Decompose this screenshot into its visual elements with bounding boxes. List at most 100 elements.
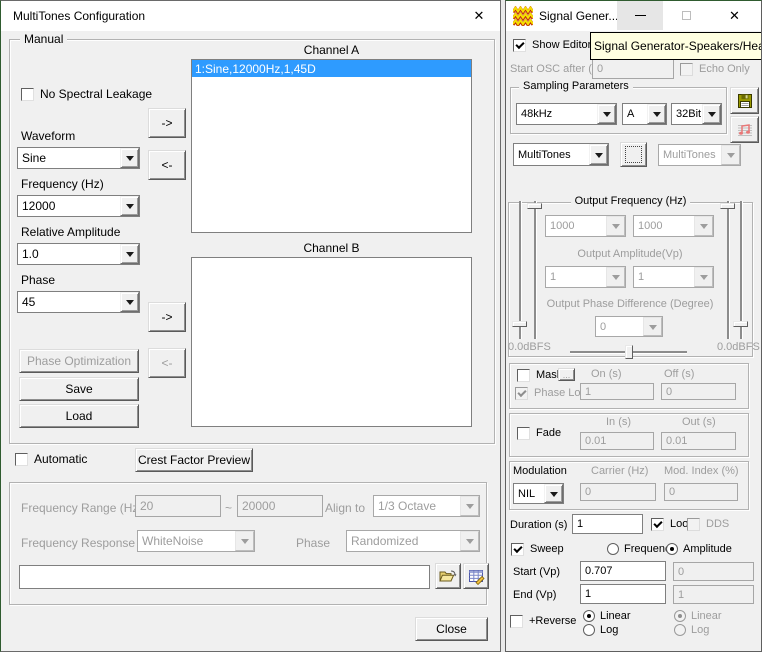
modulation-type-combo[interactable]: NIL (513, 483, 564, 504)
combo-dropdown-button[interactable] (606, 216, 625, 236)
frequency-range-to-field[interactable]: 20000 (237, 495, 323, 517)
signal-type-a-combo[interactable]: MultiTones (513, 143, 609, 166)
combo-dropdown-button[interactable] (702, 104, 721, 124)
combo-dropdown-button[interactable] (647, 104, 666, 124)
amplitude-slider-a-inner[interactable] (534, 201, 537, 339)
combo-dropdown-button[interactable] (460, 496, 479, 516)
sampling-bits-combo[interactable]: 32Bit (671, 103, 722, 125)
combo-dropdown-button[interactable] (120, 244, 139, 264)
mask-on-field[interactable]: 1 (580, 383, 654, 400)
fade-out-field[interactable]: 0.01 (661, 432, 736, 450)
output-phase-combo[interactable]: 0 (595, 316, 663, 337)
output-frequency-a-combo[interactable]: 1000 (545, 215, 626, 237)
fade-in-field[interactable]: 0.01 (580, 432, 654, 450)
sweep-amplitude-radio[interactable]: Amplitude (666, 542, 732, 555)
no-spectral-leakage-checkbox[interactable]: No Spectral Leakage (21, 87, 152, 101)
mt-close-button[interactable]: ✕ (457, 1, 501, 30)
sweep-linear-radio[interactable]: Linear (583, 609, 631, 622)
combo-dropdown-button[interactable] (120, 292, 139, 312)
combo-dropdown-button[interactable] (120, 196, 139, 216)
start-osc-field[interactable]: 0 (592, 59, 674, 79)
slider-thumb[interactable] (512, 321, 527, 327)
relative-amplitude-combo[interactable]: 1.0 (17, 243, 140, 265)
slider-thumb[interactable] (625, 345, 633, 359)
sweep-log-radio[interactable]: Log (583, 623, 618, 636)
phase-combo[interactable]: 45 (17, 291, 140, 313)
slider-thumb[interactable] (720, 203, 735, 209)
sampling-channel-combo[interactable]: A (622, 103, 667, 125)
slider-thumb[interactable] (733, 321, 748, 327)
amplitude-slider-b-outer[interactable] (740, 201, 743, 339)
sweep-checkbox[interactable]: Sweep (511, 542, 564, 556)
channel-a-listbox[interactable]: 1:Sine,12000Hz,1,45D (191, 59, 472, 233)
save-signal-button[interactable] (730, 87, 759, 114)
combo-dropdown-button[interactable] (544, 484, 563, 503)
fade-checkbox[interactable]: Fade (517, 426, 561, 440)
open-file-button[interactable] (435, 563, 461, 589)
start-vp-field[interactable]: 0.707 (580, 561, 666, 581)
mask-checkbox[interactable]: Mask (517, 368, 562, 382)
mask-off-field[interactable]: 0 (661, 383, 736, 400)
dds-checkbox[interactable]: DDS (687, 517, 729, 531)
waveform-combo[interactable]: Sine (17, 147, 140, 169)
combo-dropdown-button[interactable] (721, 145, 740, 165)
channel-a-selected-item[interactable]: 1:Sine,12000Hz,1,45D (192, 60, 471, 77)
chevron-down-icon (126, 300, 134, 309)
signal-type-b-combo[interactable]: MultiTones (658, 144, 741, 166)
edit-tone-table-button[interactable] (463, 563, 489, 589)
channel-b-listbox[interactable] (191, 257, 472, 427)
combo-dropdown-button[interactable] (597, 104, 616, 124)
echo-only-checkbox[interactable]: Echo Only (680, 62, 750, 76)
sweep-linear-b-radio[interactable]: Linear (674, 609, 722, 622)
combo-dropdown-button[interactable] (589, 144, 608, 165)
output-frequency-b-combo[interactable]: 1000 (633, 215, 714, 237)
combo-dropdown-button[interactable] (694, 216, 713, 236)
sg-minimize-button[interactable] (617, 1, 663, 30)
remove-from-channel-a-button[interactable]: <- (148, 150, 186, 180)
mask-options-button[interactable]: ... (558, 368, 575, 381)
combo-dropdown-button[interactable] (120, 148, 139, 168)
close-button[interactable]: Close (415, 617, 488, 641)
duration-field[interactable]: 1 (572, 514, 643, 534)
sampling-rate-combo[interactable]: 48kHz (516, 103, 617, 125)
end-vp-field[interactable]: 1 (580, 584, 666, 604)
frequency-response-combo[interactable]: WhiteNoise (137, 530, 255, 552)
slider-thumb[interactable] (527, 203, 542, 209)
mod-index-field[interactable]: 0 (664, 483, 738, 501)
phase-optimization-button[interactable]: Phase Optimization (19, 349, 139, 373)
carrier-field[interactable]: 0 (580, 483, 656, 501)
signal-options-button[interactable] (620, 142, 647, 167)
sg-close-button[interactable]: ✕ (709, 1, 760, 30)
reverse-checkbox[interactable]: +Reverse (510, 614, 576, 628)
combo-dropdown-button[interactable] (694, 267, 713, 287)
phase-mode-combo[interactable]: Randomized (346, 530, 480, 552)
combo-dropdown-button[interactable] (606, 267, 625, 287)
amplitude-slider-b-inner[interactable] (727, 201, 730, 339)
output-amplitude-b-combo[interactable]: 1 (633, 266, 714, 288)
chevron-down-icon (649, 325, 657, 334)
remove-from-channel-b-button[interactable]: <- (148, 348, 186, 378)
frequency-combo[interactable]: 12000 (17, 195, 140, 217)
start-vp-b-field[interactable]: 0 (673, 562, 754, 581)
crest-factor-preview-button[interactable]: Crest Factor Preview (135, 448, 253, 472)
combo-dropdown-button[interactable] (643, 317, 662, 336)
save-button[interactable]: Save (19, 377, 139, 401)
load-button[interactable]: Load (19, 404, 139, 428)
add-to-channel-b-button[interactable]: -> (148, 302, 186, 332)
add-to-channel-a-button[interactable]: -> (148, 108, 186, 138)
combo-dropdown-button[interactable] (460, 531, 479, 551)
file-path-field[interactable] (19, 565, 430, 589)
amplitude-slider-a-outer[interactable] (519, 201, 522, 339)
end-vp-b-field[interactable]: 1 (673, 585, 754, 604)
frequency-range-from-field[interactable]: 20 (135, 495, 221, 517)
combo-dropdown-button[interactable] (235, 531, 254, 551)
align-to-combo[interactable]: 1/3 Octave (373, 495, 480, 517)
sg-maximize-button[interactable] (663, 1, 709, 30)
automatic-checkbox[interactable]: Automatic (15, 452, 87, 466)
sweep-log-b-radio[interactable]: Log (674, 623, 709, 636)
phase-value: 45 (18, 292, 120, 312)
tone-editor-button[interactable] (730, 116, 759, 143)
output-amplitude-a-combo[interactable]: 1 (545, 266, 626, 288)
phase-mode-value: Randomized (347, 531, 460, 551)
show-editor-checkbox[interactable]: Show Editor (513, 38, 591, 52)
